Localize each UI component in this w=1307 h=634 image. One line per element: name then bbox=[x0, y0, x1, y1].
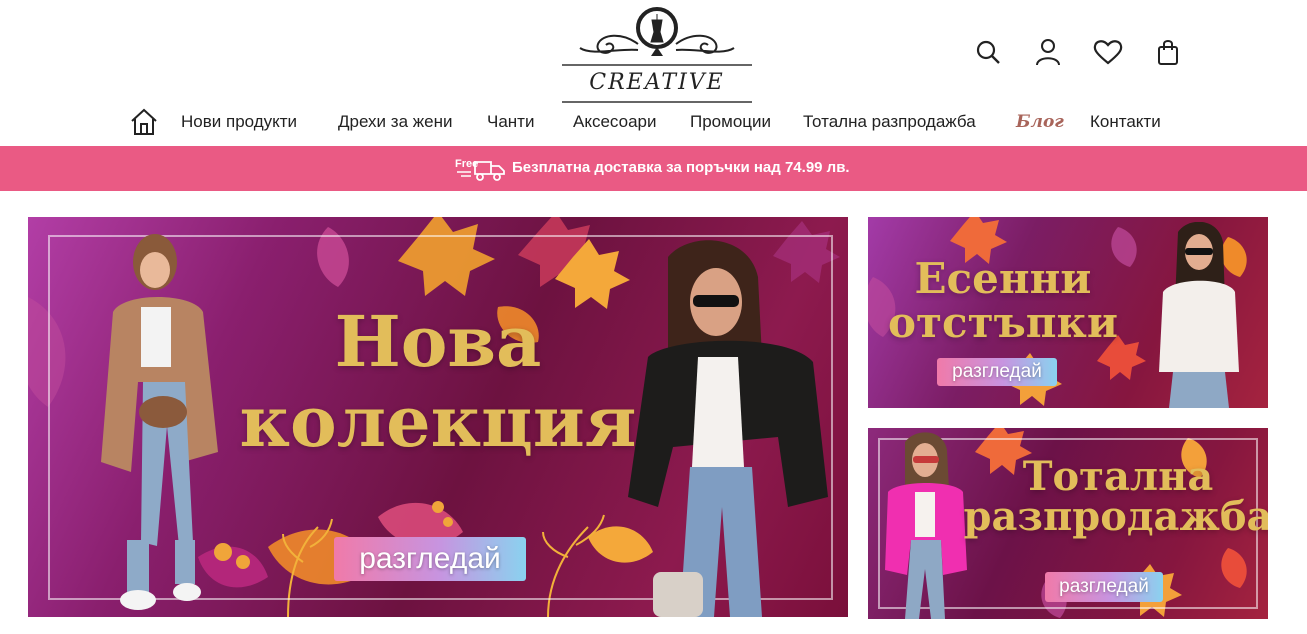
heart-icon[interactable] bbox=[1092, 36, 1124, 68]
header-actions bbox=[972, 36, 1212, 68]
banner-side2-title-line2: разпродажба bbox=[963, 493, 1268, 540]
nav-item-total-sale[interactable]: Тотална разпродажба bbox=[803, 112, 976, 132]
logo-wordmark: CREATIVE bbox=[589, 70, 725, 95]
nav-item-bags[interactable]: Чанти bbox=[487, 112, 534, 132]
banner-side1-title-line2: отстъпки bbox=[887, 298, 1119, 347]
brand-logo[interactable]: CREATIVE bbox=[562, 4, 752, 104]
user-icon[interactable] bbox=[1032, 36, 1064, 68]
nav-item-accessories[interactable]: Аксесоари bbox=[573, 112, 656, 132]
nav-item-contacts[interactable]: Контакти bbox=[1090, 112, 1161, 132]
home-icon[interactable] bbox=[130, 108, 158, 136]
nav-item-promotions[interactable]: Промоции bbox=[690, 112, 771, 132]
banner-main-browse-button[interactable]: разгледай bbox=[334, 537, 526, 581]
banner-side1-title-line1: Есенни bbox=[914, 254, 1092, 303]
free-shipping-text: Безплатна доставка за поръчки над 74.99 … bbox=[512, 159, 850, 176]
delivery-truck-icon: Free bbox=[453, 156, 507, 182]
banner-side2-title-line1: Тотална bbox=[1022, 453, 1214, 500]
model-photo-side1 bbox=[1159, 222, 1239, 408]
nav-item-blog[interactable]: Блог bbox=[1016, 112, 1064, 132]
site-header: CREATIVE Нови продукти Дрехи за жени Чан… bbox=[0, 0, 1307, 146]
search-icon[interactable] bbox=[972, 36, 1004, 68]
banner-main-title-line2: колекция bbox=[239, 380, 637, 463]
shopping-bag-icon[interactable] bbox=[1152, 36, 1184, 68]
nav-item-new-products[interactable]: Нови продукти bbox=[181, 112, 297, 132]
banner-autumn-discounts[interactable]: Есенни отстъпки разгледай bbox=[868, 217, 1268, 408]
banner-main-title-line1: Нова bbox=[334, 300, 542, 383]
free-shipping-bar: Free Безплатна доставка за поръчки над 7… bbox=[0, 146, 1307, 191]
main-navigation: Нови продукти Дрехи за жени Чанти Аксесо… bbox=[0, 106, 1307, 138]
banner-new-collection[interactable]: Нова колекция разгледай bbox=[28, 217, 848, 617]
model-photo-side2 bbox=[885, 432, 967, 619]
banner-side2-browse-button[interactable]: разгледай bbox=[1045, 572, 1163, 602]
nav-item-womens-clothing[interactable]: Дрехи за жени bbox=[338, 112, 452, 132]
banner-total-sale[interactable]: Тотална разпродажба разгледай bbox=[868, 428, 1268, 619]
banner-side1-browse-button[interactable]: разгледай bbox=[937, 358, 1057, 386]
